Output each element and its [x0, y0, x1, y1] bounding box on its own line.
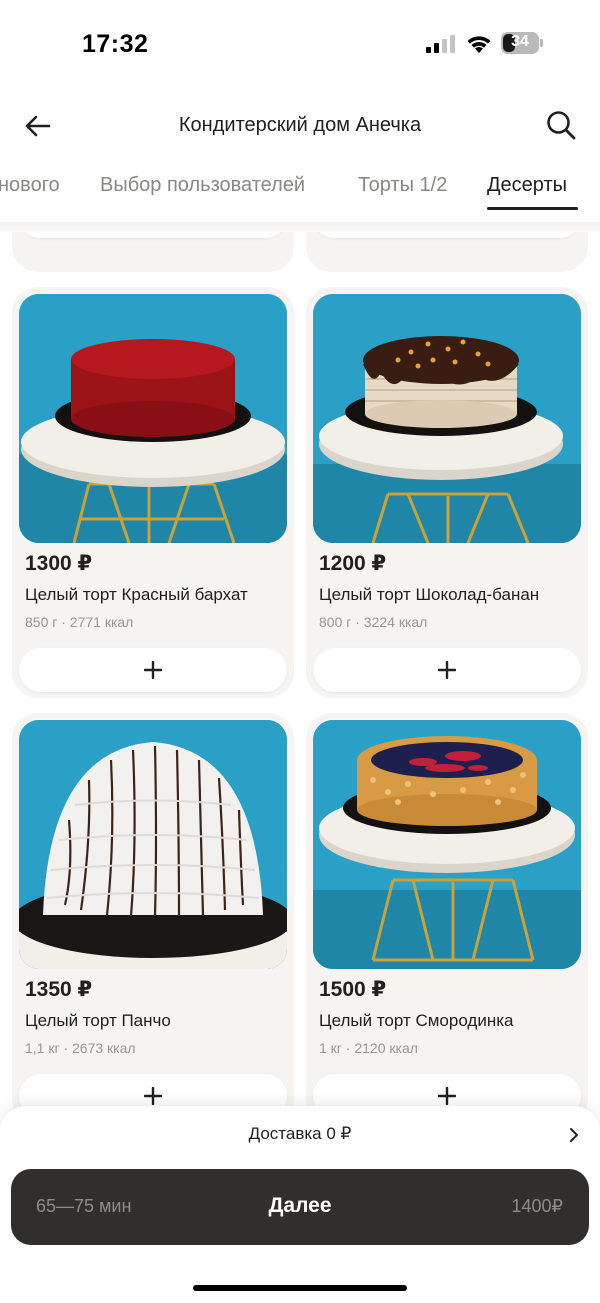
- next-button[interactable]: 65—75 мин Далее 1400₽: [11, 1169, 589, 1245]
- battery-percent: 34: [511, 33, 529, 50]
- tab-new[interactable]: нового: [0, 174, 60, 197]
- product-weight-calories: 800 г · 3224 ккал: [319, 614, 428, 630]
- add-to-cart-button[interactable]: [313, 648, 581, 692]
- product-card[interactable]: 1500 ₽ Целый торт Смородинка 1 кг · 2120…: [306, 713, 588, 1112]
- header: Кондитерский дом Анечка: [0, 98, 600, 154]
- product-image-currant: [313, 720, 581, 969]
- product-name: Целый торт Шоколад-банан: [319, 585, 540, 604]
- page-title: Кондитерский дом Анечка: [178, 114, 422, 136]
- product-price: 1300 ₽: [25, 552, 93, 575]
- plus-icon: [438, 661, 456, 679]
- add-to-cart-button[interactable]: [19, 648, 287, 692]
- status-time: 17:32: [82, 30, 149, 58]
- plus-icon: [144, 661, 162, 679]
- battery-icon: 34: [501, 32, 543, 54]
- product-weight-calories: 850 г · 2771 ккал: [25, 614, 134, 630]
- add-to-cart-button[interactable]: [313, 232, 581, 238]
- cart-total: 1400₽: [511, 1196, 564, 1216]
- product-image-chocolate-banana: [313, 294, 581, 543]
- product-grid: 1300 ₽ Целый торт Красный бархат 850 г ·…: [0, 232, 600, 1112]
- cake-photo: [313, 294, 581, 543]
- cart-bottom-sheet: Доставка 0 ₽ 65—75 мин Далее 1400₽: [0, 1106, 600, 1303]
- product-image-red-velvet: [19, 294, 287, 543]
- product-price: 1350 ₽: [25, 978, 93, 1001]
- home-indicator[interactable]: [193, 1285, 407, 1291]
- tab-desserts[interactable]: Десерты: [487, 174, 567, 197]
- product-name: Целый торт Панчо: [25, 1011, 171, 1030]
- add-to-cart-button[interactable]: [19, 232, 287, 238]
- plus-icon: [144, 1087, 162, 1105]
- product-card[interactable]: 1300 ₽ Целый торт Красный бархат 850 г ·…: [12, 287, 294, 698]
- cake-photo: [19, 720, 287, 969]
- product-weight-calories: 1 кг · 2120 ккал: [319, 1040, 418, 1056]
- delivery-cost[interactable]: Доставка 0 ₽: [0, 1124, 600, 1144]
- category-tabs: нового Выбор пользователей Торты 1/2 Дес…: [0, 160, 600, 220]
- product-card[interactable]: 1200 ₽ Целый торт Шоколад-банан 800 г · …: [306, 287, 588, 698]
- active-tab-indicator: [487, 207, 578, 210]
- product-name: Целый торт Смородинка: [319, 1011, 514, 1030]
- cake-photo: [19, 294, 287, 543]
- tab-cakes[interactable]: Торты 1/2: [358, 174, 447, 197]
- cake-photo: [313, 720, 581, 969]
- product-price: 1500 ₽: [319, 978, 387, 1001]
- next-button-label: Далее: [268, 1194, 332, 1217]
- product-image-pancho: [19, 720, 287, 969]
- chevron-right-icon[interactable]: [566, 1126, 582, 1144]
- wifi-icon: [467, 36, 491, 53]
- search-icon[interactable]: [544, 108, 578, 142]
- tab-users-choice[interactable]: Выбор пользователей: [100, 174, 305, 197]
- status-bar: 17:32 34: [0, 0, 600, 90]
- product-card: [306, 232, 588, 272]
- cellular-signal-icon: [426, 35, 455, 53]
- product-weight-calories: 1,1 кг · 2673 ккал: [25, 1040, 136, 1056]
- product-price: 1200 ₽: [319, 552, 387, 575]
- product-card: [12, 232, 294, 272]
- plus-icon: [438, 1087, 456, 1105]
- product-name: Целый торт Красный бархат: [25, 585, 248, 604]
- product-card[interactable]: 1350 ₽ Целый торт Панчо 1,1 кг · 2673 кк…: [12, 713, 294, 1112]
